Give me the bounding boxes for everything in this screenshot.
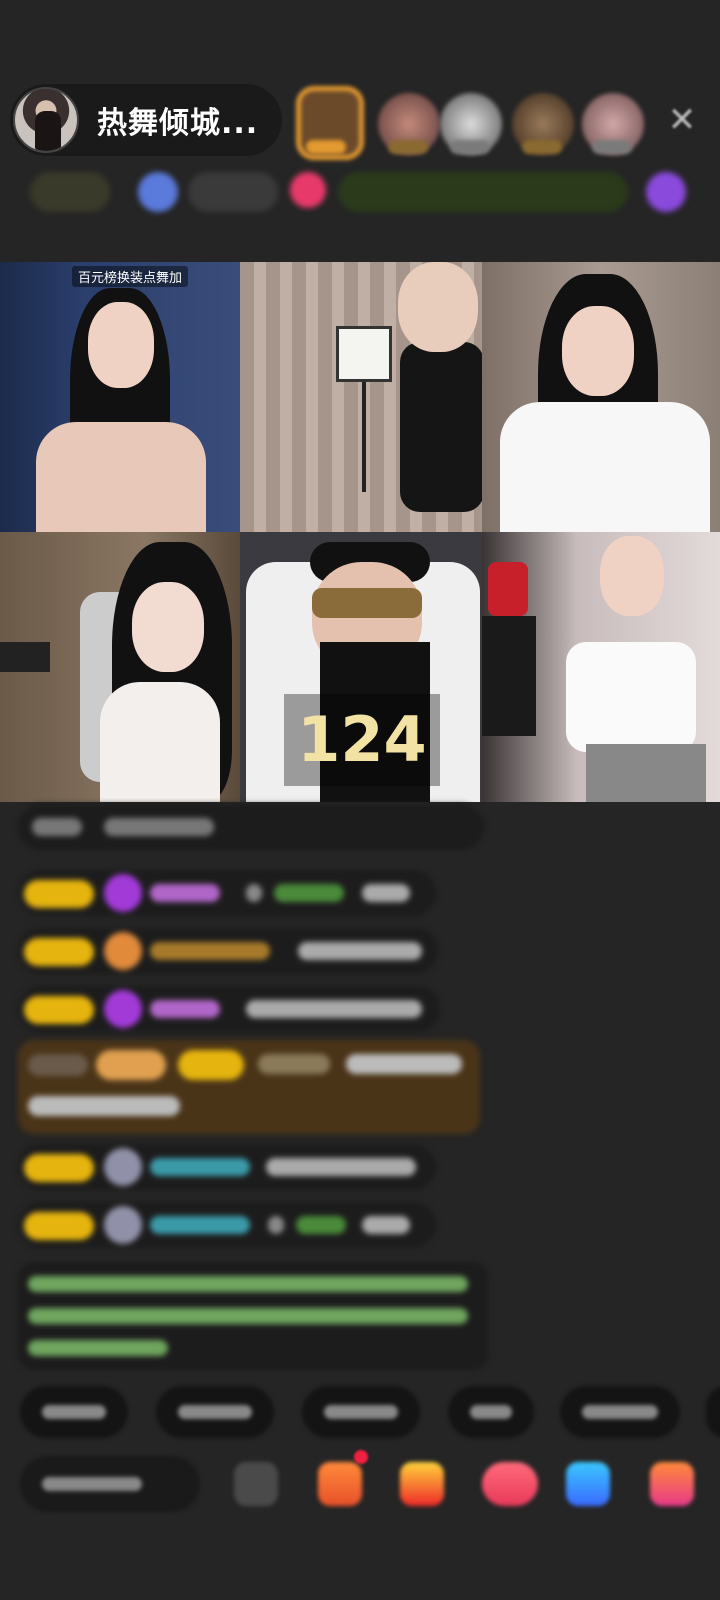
chat-notice bbox=[18, 804, 484, 850]
chat-message[interactable] bbox=[18, 870, 436, 916]
stream-tile-5[interactable]: 124 bbox=[240, 532, 482, 802]
gift-box-icon[interactable] bbox=[482, 1462, 538, 1506]
multi-stream-grid: 百元榜换装点舞加 124 bbox=[0, 262, 720, 802]
host-info-pill[interactable]: 热舞倾城... bbox=[10, 84, 282, 156]
quick-reply-button-4[interactable] bbox=[448, 1386, 534, 1438]
stream-tile-4[interactable] bbox=[0, 532, 240, 802]
emoji-icon[interactable] bbox=[234, 1462, 278, 1506]
quick-reply-button-2[interactable] bbox=[156, 1386, 274, 1438]
lucky-bag-icon[interactable] bbox=[400, 1462, 444, 1506]
viewer-rank-badge bbox=[306, 140, 346, 154]
stream-tile-1[interactable]: 百元榜换装点舞加 bbox=[0, 262, 240, 532]
stream-tile-2[interactable] bbox=[240, 262, 482, 532]
chat-message[interactable] bbox=[18, 1144, 436, 1190]
stream-tile-6[interactable] bbox=[482, 532, 720, 802]
chat-message[interactable] bbox=[18, 986, 440, 1032]
tile-tag: 百元榜换装点舞加 bbox=[72, 266, 189, 287]
gift-message[interactable] bbox=[18, 1040, 480, 1134]
quick-reply-button-5[interactable] bbox=[560, 1386, 680, 1438]
notification-dot bbox=[354, 1450, 368, 1464]
activity-icon[interactable] bbox=[566, 1462, 610, 1506]
quick-reply-button-3[interactable] bbox=[302, 1386, 420, 1438]
chat-input-field[interactable] bbox=[20, 1456, 200, 1512]
quick-reply-button-1[interactable] bbox=[20, 1386, 128, 1438]
viewer-rank-badge bbox=[388, 140, 428, 154]
quick-reply-button-6[interactable] bbox=[706, 1386, 720, 1438]
chat-message[interactable] bbox=[18, 928, 438, 974]
viewer-rank-badge bbox=[450, 140, 490, 154]
fan-club-icon[interactable] bbox=[318, 1462, 362, 1506]
live-info-strip[interactable] bbox=[18, 172, 698, 216]
viewer-rank-badge bbox=[522, 140, 562, 154]
stream-tile-3[interactable] bbox=[482, 262, 720, 532]
host-name: 热舞倾城... bbox=[97, 106, 259, 141]
viewer-rank-badge bbox=[592, 140, 632, 154]
gift-icon[interactable] bbox=[650, 1462, 694, 1506]
host-avatar[interactable] bbox=[13, 87, 79, 153]
close-icon[interactable]: ✕ bbox=[662, 100, 702, 140]
score-counter: 124 bbox=[284, 694, 440, 786]
system-announcement bbox=[18, 1262, 488, 1370]
chat-message[interactable] bbox=[18, 1202, 436, 1248]
